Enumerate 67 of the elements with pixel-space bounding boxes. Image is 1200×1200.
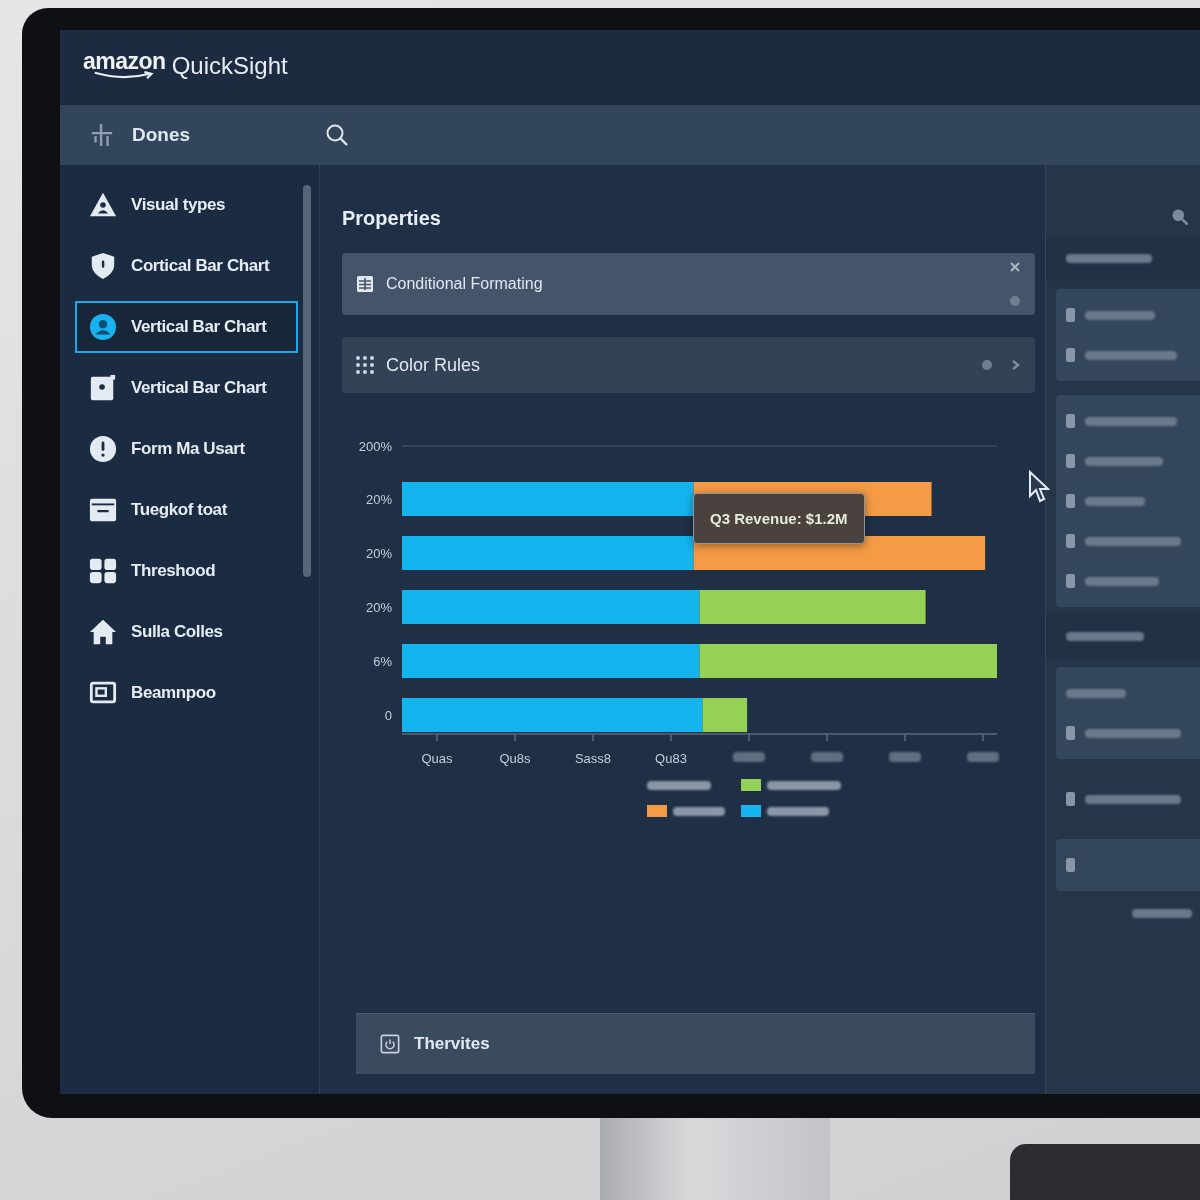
blurred-label [967,752,999,762]
axis-label: Quas [421,751,453,766]
accordion-header[interactable]: Color Rules [342,337,1035,393]
axis-label: Qu83 [655,751,687,766]
blurred-label [889,752,921,762]
blurred-label [767,806,829,816]
search-icon[interactable] [325,123,349,147]
sidebar-item[interactable]: Form Ma Usart [75,423,298,475]
blurred-label [811,752,843,762]
toolbar-title: Dones [132,124,191,146]
axis-label: 0 [384,708,392,723]
sidebar-item[interactable]: Cortical Bar Chart [75,240,298,292]
sidebar-item[interactable]: Sulla Colles [75,606,298,658]
sidebar-item[interactable]: Vertical Bar Chart [75,301,298,353]
circle-icon[interactable] [1009,295,1021,307]
blurred-label [673,806,725,816]
square-icon [89,374,117,402]
square-icon [1066,858,1075,872]
axis-label: 6% [373,654,392,669]
home-icon [89,618,117,646]
scrollbar[interactable] [303,185,311,577]
sidebar-item[interactable]: Tuegkof toat [75,484,298,536]
sidebar-item[interactable]: Visual types [75,179,298,231]
square-icon [1066,454,1075,468]
smile-arrow-icon [93,71,156,80]
axis-label: 200% [358,439,392,454]
square-icon [1066,574,1075,588]
blurred-label [1132,909,1192,918]
search-icon[interactable] [1170,207,1190,227]
blurred-label [733,752,765,762]
grid-icon [89,557,117,585]
blurred-label [1066,688,1126,698]
blurred-label [647,780,711,790]
circle-icon[interactable] [981,359,993,371]
sidebar-item[interactable]: Threshood [75,545,298,597]
plus-icon[interactable] [90,123,114,147]
square-icon [1066,414,1075,428]
square-icon [1066,494,1075,508]
axis-label: 20% [365,546,392,561]
blurred-label [1085,496,1145,506]
brand-name: amazon [83,48,166,74]
axis-label: 20% [365,600,392,615]
accordion-header[interactable]: Conditional Formating [342,253,1035,315]
bottom-bar-label: Thervites [414,1034,490,1054]
sidebar-item[interactable]: Vertical Bar Chart [75,362,298,414]
sidebar-item[interactable]: Beamnpoo [75,667,298,719]
dots-grid-icon [356,356,374,374]
close-icon[interactable] [1009,261,1021,273]
square-icon [1066,308,1075,322]
triangle-icon [89,191,117,219]
square-icon [1066,348,1075,362]
shield-icon [89,252,117,280]
product-name: QuickSight [171,52,288,80]
axis-label: 20% [365,492,392,507]
tooltip: Q3 Revenue: $1.2M [693,493,865,544]
blurred-label [1085,310,1155,320]
square-icon [1066,726,1075,740]
panel-title: Properties [342,206,442,231]
info-circle-icon [89,435,117,463]
axis-label: Qu8s [499,751,531,766]
square-icon [1066,792,1075,806]
user-circle-icon [89,313,117,341]
window-icon [89,496,117,524]
axis-label: Sass8 [574,751,612,766]
table-icon [356,275,374,293]
square-icon [1066,534,1075,548]
power-icon[interactable] [380,1034,400,1054]
